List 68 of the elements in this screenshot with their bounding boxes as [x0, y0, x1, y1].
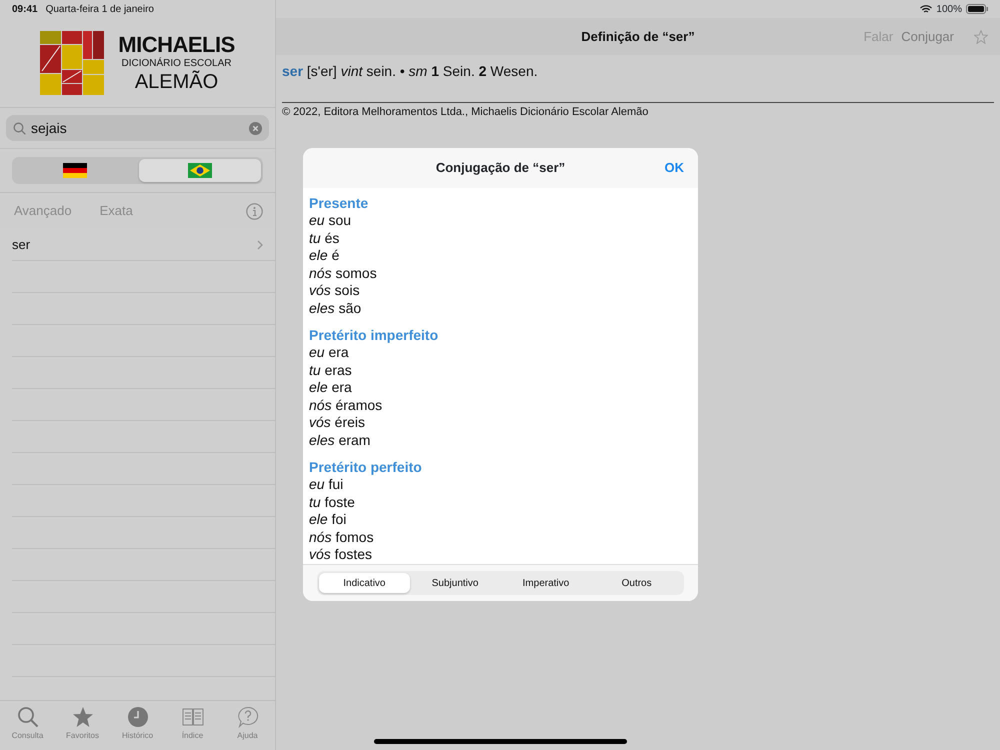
conjugation-line: ele foi — [309, 511, 348, 528]
star-icon — [72, 706, 94, 728]
conjugation-line: nós fomos — [309, 528, 375, 546]
tab-bar-item[interactable]: Histórico — [110, 701, 165, 750]
clock-icon — [126, 706, 148, 728]
conjugation-line: tu eras — [309, 362, 353, 379]
mood-tab[interactable]: Imperativo — [500, 573, 592, 593]
search-icon — [16, 706, 38, 728]
tense-heading: Presente — [309, 194, 370, 212]
tab-bar-item[interactable]: Consulta — [0, 701, 55, 750]
tense-heading: Pretérito imperfeito — [309, 326, 440, 344]
status-time: 09:41 — [12, 2, 38, 16]
flag-icon — [63, 163, 88, 178]
tab-bar-item[interactable]: Índice — [165, 701, 220, 750]
conjugation-line: eu era — [309, 344, 350, 362]
book-icon — [182, 706, 204, 728]
conjugation-line: ele é — [309, 247, 340, 264]
filter-option[interactable]: Exata — [100, 201, 133, 221]
tense-heading: Pretérito perfeito — [309, 458, 423, 476]
logo-icon — [40, 30, 104, 94]
conjugation-line: eles são — [309, 300, 362, 317]
mood-tab[interactable]: Subjuntivo — [410, 573, 500, 593]
nav-title: Definição de “ser” — [581, 28, 695, 46]
tab-label: Favoritos — [66, 730, 99, 742]
clear-icon[interactable] — [249, 122, 262, 134]
conjugation-line: tu és — [309, 230, 340, 247]
result-label: ser — [12, 236, 30, 254]
wifi-icon — [920, 4, 932, 14]
tab-bar-item[interactable]: Ajuda — [220, 701, 275, 750]
battery-level: 100% — [936, 2, 962, 16]
definition-text: [s'er] vint sein. • sm 1 Sein. 2 Wesen. — [306, 63, 538, 79]
conjugation-line: eu sou — [309, 212, 352, 230]
battery-icon — [966, 4, 988, 14]
copyright-text: © 2022, Editora Melhoramentos Ltda., Michaelis Dicionário Escolar Alemão — [282, 102, 994, 120]
nav-action[interactable]: Conjugar — [901, 26, 954, 46]
mood-tab[interactable]: Outros — [591, 573, 682, 593]
star-icon[interactable] — [974, 30, 988, 44]
filter-option[interactable]: Avançado — [14, 201, 72, 221]
conjugation-line: ele era — [309, 379, 353, 396]
tab-label: Consulta — [12, 730, 44, 742]
dialog-title: Conjugação de “ser” — [436, 159, 566, 178]
conjugation-line: tu foste — [309, 494, 356, 511]
conjugation-line: nós éramos — [309, 396, 384, 414]
headword: ser — [282, 63, 304, 79]
tab-label: Ajuda — [237, 730, 258, 742]
search-input[interactable]: sejais — [31, 118, 244, 138]
conjugation-line: vós fostes — [309, 546, 374, 564]
tab-bar-item[interactable]: Favoritos — [55, 701, 110, 750]
tab-label: Índice — [182, 730, 204, 742]
logo-title: MICHAELIS — [118, 34, 235, 56]
flag-icon — [188, 163, 212, 178]
conjugation-line: vós éreis — [309, 414, 366, 432]
status-date: Quarta-feira 1 de janeiro — [46, 2, 154, 16]
search-icon — [13, 122, 26, 134]
conjugation-line: nós somos — [309, 264, 378, 282]
logo-language: ALEMÃO — [134, 72, 218, 92]
help-icon — [236, 706, 258, 728]
mood-tab[interactable]: Indicativo — [319, 573, 410, 593]
ok-button[interactable]: OK — [664, 158, 684, 178]
result-row[interactable]: ser — [12, 229, 275, 261]
conjugation-line: eu fui — [309, 476, 344, 494]
conjugation-line: vós sois — [309, 282, 361, 300]
tab-label: Histórico — [122, 730, 154, 742]
conjugation-line: eles eram — [309, 432, 372, 449]
info-icon[interactable] — [246, 202, 263, 220]
search-field[interactable]: sejais — [6, 115, 269, 141]
logo-subtitle: DICIONÁRIO ESCOLAR — [121, 58, 232, 68]
chevron-icon — [257, 240, 263, 250]
